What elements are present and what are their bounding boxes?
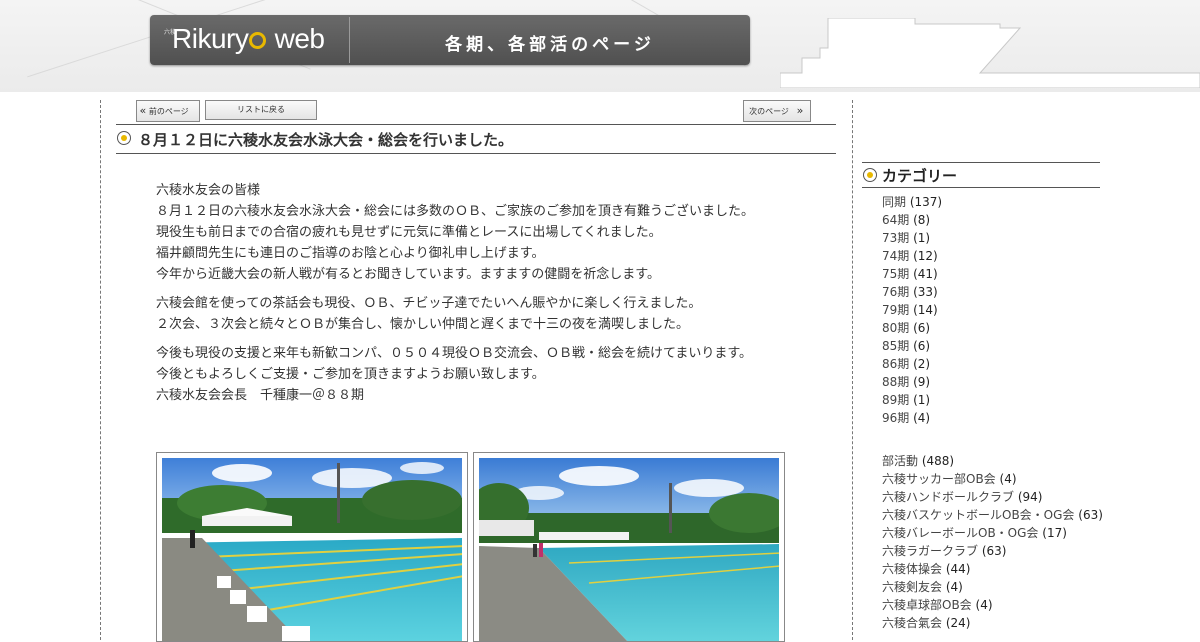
category-name[interactable]: 同期 [882,195,906,209]
category-name[interactable]: 79期 [882,303,909,317]
post-title: ８月１２日に六稜水友会水泳大会・総会を行いました。 [138,131,514,149]
category-item[interactable]: 六稜サッカー部OB会 (4) [882,470,1103,488]
category-item[interactable]: 80期 (6) [882,319,1103,337]
pool-photo-2-image [479,458,779,641]
pool-photo-1[interactable] [156,452,468,642]
category-item[interactable]: 六稜卓球部OB会 (4) [882,596,1103,614]
category-count: (4) [975,598,993,612]
category-name[interactable]: 六稜剣友会 [882,580,942,594]
category-item[interactable]: 79期 (14) [882,301,1103,319]
category-item[interactable]: 86期 (2) [882,355,1103,373]
category-name[interactable]: 六稜合氣会 [882,616,942,630]
category-count: (4) [913,411,931,425]
skyline-graphic [780,18,1200,88]
category-item[interactable]: 六稜ラガークラブ (63) [882,542,1103,560]
category-item[interactable]: 85期 (6) [882,337,1103,355]
category-count: (4) [945,580,963,594]
category-count: (63) [981,544,1007,558]
category-item[interactable]: 75期 (41) [882,265,1103,283]
category-item[interactable]: 六稜剣友会 (4) [882,578,1103,596]
category-item[interactable]: 部活動 (488) [882,452,1103,470]
category-name[interactable]: 部活動 [882,454,918,468]
category-name[interactable]: 76期 [882,285,909,299]
category-name[interactable]: 六稜ハンドボールクラブ [882,490,1014,504]
paragraph: 六稜会館を使っての茶話会も現役、ＯＢ、チビッ子達でたいへん賑やかに楽しく行えまし… [156,296,702,332]
category-name[interactable]: 六稜サッカー部OB会 [882,472,996,486]
site-logo[interactable]: Rikury web [172,23,325,55]
category-item[interactable]: 96期 (4) [882,409,1103,427]
category-group-gap [882,427,1103,452]
category-count: (33) [913,285,938,299]
category-count: (24) [945,616,971,630]
category-count: (94) [1017,490,1043,504]
pool-photo-2[interactable] [473,452,785,642]
category-count: (41) [913,267,938,281]
post-title-bar: ８月１２日に六稜水友会水泳大会・総会を行いました。 [116,124,836,154]
category-count: (2) [913,357,931,371]
prev-arrow-icon: « [139,104,147,117]
category-name[interactable]: 73期 [882,231,909,245]
next-arrow-icon: » [796,104,804,117]
category-name[interactable]: 96期 [882,411,909,425]
category-count: (63) [1078,508,1103,522]
category-name[interactable]: 86期 [882,357,909,371]
category-count: (488) [921,454,955,468]
category-name[interactable]: 74期 [882,249,909,263]
pool-photo-1-image [162,458,462,641]
category-count: (44) [945,562,971,576]
category-item[interactable]: 六稜合氣会 (24) [882,614,1103,632]
post-body: 六稜水友会の皆様 ８月１２日の六稜水友会水泳大会・総会には多数のＯＢ、ご家族のご… [156,180,781,414]
category-name[interactable]: 64期 [882,213,909,227]
category-count: (14) [913,303,938,317]
category-count: (1) [913,393,931,407]
category-name[interactable]: 六稜バスケットボールOB会・OG会 [882,508,1074,522]
category-heading: カテゴリー [862,162,1100,188]
category-item[interactable]: 88期 (9) [882,373,1103,391]
category-item[interactable]: 76期 (33) [882,283,1103,301]
paragraph: 今後も現役の支援と来年も新歓コンパ、０５０４現役ＯＢ交流会、ＯＢ戦・総会を続けて… [156,346,753,403]
paragraph: 六稜水友会の皆様 ８月１２日の六稜水友会水泳大会・総会には多数のＯＢ、ご家族のご… [156,183,755,282]
category-item[interactable]: 64期 (8) [882,211,1103,229]
category-count: (17) [1042,526,1067,540]
title-bullet-icon [117,131,131,145]
category-item[interactable]: 89期 (1) [882,391,1103,409]
category-name[interactable]: 六稜卓球部OB会 [882,598,972,612]
header-banner: 六稜 Rikury web 各期、各部活のページ [150,15,750,65]
category-name[interactable]: 六稜バレーボールOB・OG会 [882,526,1038,540]
category-name[interactable]: 六稜体操会 [882,562,942,576]
category-item[interactable]: 六稜ハンドボールクラブ (94) [882,488,1103,506]
category-name[interactable]: 85期 [882,339,909,353]
category-name[interactable]: 75期 [882,267,909,281]
main-content: « 前のページ リストに戻る 次のページ » ８月１２日に六稜水友会水泳大会・総… [100,100,853,642]
category-item[interactable]: 六稜バスケットボールOB会・OG会 (63) [882,506,1103,524]
category-count: (4) [999,472,1017,486]
category-count: (8) [913,213,931,227]
category-item[interactable]: 六稜体操会 (44) [882,560,1103,578]
category-count: (1) [913,231,931,245]
category-item[interactable]: 74期 (12) [882,247,1103,265]
category-count: (6) [913,339,931,353]
category-list: 同期 (137) 64期 (8) 73期 (1) 74期 (12) 75期 (41) 76… [882,193,1103,632]
category-name[interactable]: 80期 [882,321,909,335]
category-bullet-icon [863,168,877,182]
category-name[interactable]: 88期 [882,375,909,389]
category-count: (9) [913,375,931,389]
category-item[interactable]: 六稜バレーボールOB・OG会 (17) [882,524,1103,542]
prev-page-button[interactable]: « 前のページ [136,100,200,122]
category-count: (137) [909,195,943,209]
category-name[interactable]: 89期 [882,393,909,407]
page-section-title: 各期、各部活のページ [445,35,655,55]
logo-o-icon [249,32,267,49]
category-item[interactable]: 同期 (137) [882,193,1103,211]
category-count: (6) [913,321,931,335]
back-to-list-button[interactable]: リストに戻る [205,100,317,120]
header-background: 六稜 Rikury web 各期、各部活のページ [0,0,1200,92]
category-item[interactable]: 73期 (1) [882,229,1103,247]
category-name[interactable]: 六稜ラガークラブ [882,544,978,558]
category-count: (12) [913,249,938,263]
next-page-button[interactable]: 次のページ » [743,100,811,122]
